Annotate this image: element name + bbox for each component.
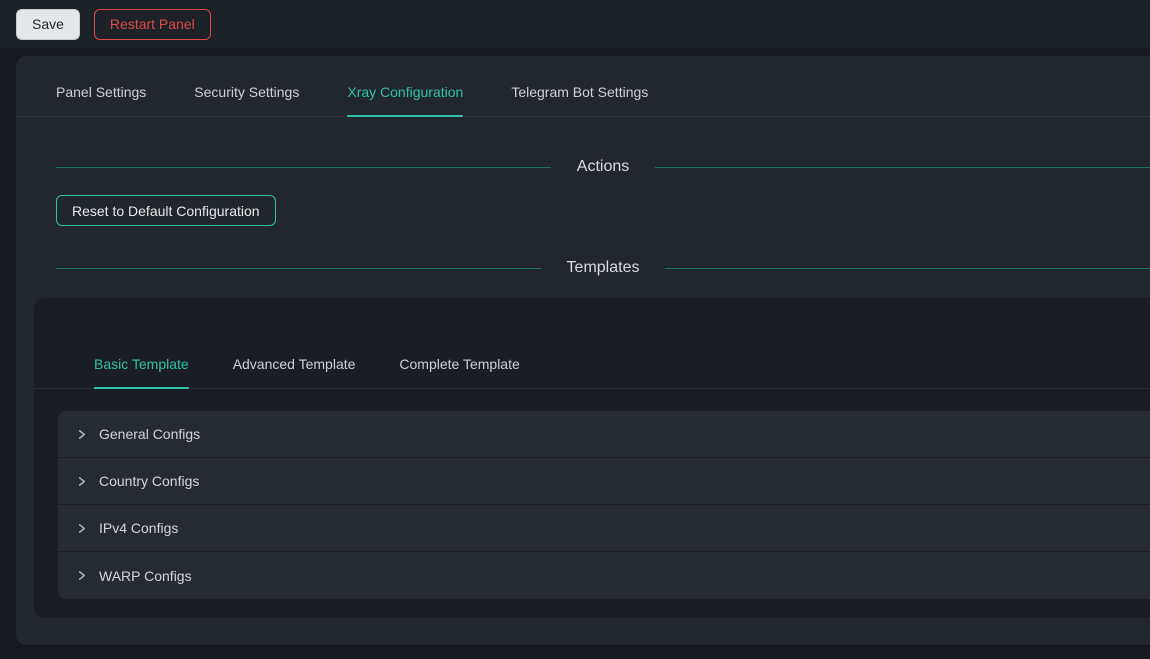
settings-tabbar: Panel Settings Security Settings Xray Co… xyxy=(16,82,1150,117)
collapse-item-label: General Configs xyxy=(99,426,200,442)
collapse-general-configs[interactable]: General Configs xyxy=(58,411,1150,458)
tab-xray-configuration[interactable]: Xray Configuration xyxy=(347,82,463,116)
settings-card: Panel Settings Security Settings Xray Co… xyxy=(16,56,1150,645)
save-button[interactable]: Save xyxy=(16,9,80,40)
actions-divider: Actions xyxy=(16,155,1150,179)
collapse-warp-configs[interactable]: WARP Configs xyxy=(58,552,1150,599)
chevron-right-icon xyxy=(75,522,87,534)
tab-complete-template[interactable]: Complete Template xyxy=(399,354,519,388)
divider-line xyxy=(56,268,541,269)
tab-basic-template[interactable]: Basic Template xyxy=(94,354,189,388)
chevron-right-icon xyxy=(75,475,87,487)
divider-line xyxy=(56,167,551,168)
chevron-right-icon xyxy=(75,428,87,440)
tab-security-settings[interactable]: Security Settings xyxy=(194,82,299,116)
tab-advanced-template[interactable]: Advanced Template xyxy=(233,354,356,388)
templates-divider-label: Templates xyxy=(541,256,666,280)
templates-card: Basic Template Advanced Template Complet… xyxy=(34,298,1150,618)
divider-line xyxy=(665,268,1150,269)
tab-telegram-bot-settings[interactable]: Telegram Bot Settings xyxy=(511,82,648,116)
templates-divider: Templates xyxy=(16,256,1150,280)
divider-line xyxy=(655,167,1150,168)
collapse-item-label: IPv4 Configs xyxy=(99,520,178,536)
templates-tabbar: Basic Template Advanced Template Complet… xyxy=(34,354,1150,389)
actions-row: Reset to Default Configuration xyxy=(56,195,1150,226)
collapse-item-label: Country Configs xyxy=(99,473,199,489)
tab-panel-settings[interactable]: Panel Settings xyxy=(56,82,146,116)
restart-panel-button[interactable]: Restart Panel xyxy=(94,9,211,40)
reset-default-config-button[interactable]: Reset to Default Configuration xyxy=(56,195,276,226)
config-collapse-list: General Configs Country Configs IPv4 Con… xyxy=(58,411,1150,599)
top-action-bar: Save Restart Panel xyxy=(0,0,1150,48)
collapse-item-label: WARP Configs xyxy=(99,568,192,584)
collapse-ipv4-configs[interactable]: IPv4 Configs xyxy=(58,505,1150,552)
collapse-country-configs[interactable]: Country Configs xyxy=(58,458,1150,505)
chevron-right-icon xyxy=(75,570,87,582)
actions-divider-label: Actions xyxy=(551,155,655,179)
